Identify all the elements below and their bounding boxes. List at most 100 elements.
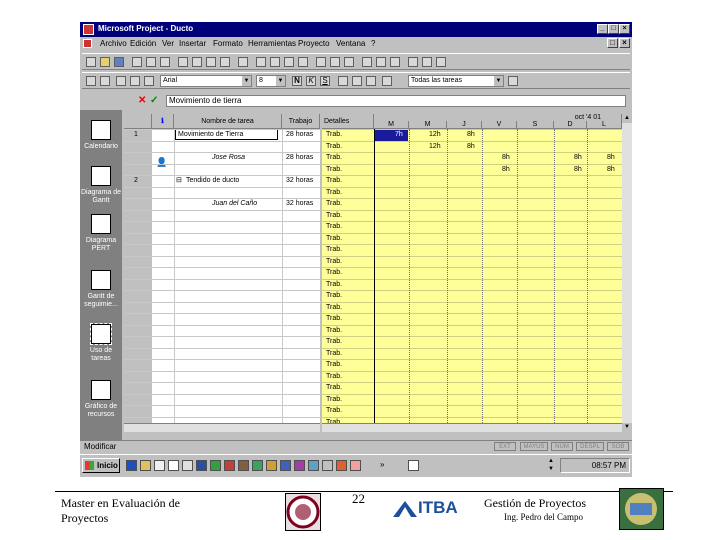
media-icon[interactable] (294, 460, 305, 471)
filter-icon[interactable] (382, 76, 392, 86)
table-horizontal-scrollbar[interactable] (124, 423, 320, 432)
hyperlink-icon[interactable] (256, 57, 266, 67)
outdent-icon[interactable] (86, 76, 96, 86)
menu-ver[interactable]: Ver (162, 39, 174, 48)
align-left-icon[interactable] (338, 76, 348, 86)
notes-icon[interactable] (330, 57, 340, 67)
active-window-icon[interactable] (408, 460, 419, 471)
table-corner[interactable] (124, 114, 152, 129)
indent-icon[interactable] (100, 76, 110, 86)
desktop-icon[interactable] (154, 460, 165, 471)
doc-close-button[interactable]: × (619, 38, 630, 48)
bold-icon[interactable]: N (292, 76, 302, 86)
task-name[interactable]: Tendido de ducto (186, 175, 239, 187)
powerpoint-icon[interactable] (224, 460, 235, 471)
entry-field[interactable]: Movimiento de tierra (166, 95, 626, 107)
project-icon[interactable] (252, 460, 263, 471)
tray-spinner-icon[interactable]: ▲ ▼ (548, 457, 555, 474)
column-header-name[interactable]: Nombre de tarea (174, 114, 282, 129)
menu-archivo[interactable]: Archivo (100, 39, 127, 48)
task-name[interactable]: Jose Rosa (212, 152, 245, 164)
task-name[interactable]: Movimiento de Tierra (175, 129, 278, 140)
outlook-icon[interactable] (266, 460, 277, 471)
print-preview-icon[interactable] (146, 57, 156, 67)
view-tracking-gantt[interactable]: Gantt de seguimie... (80, 270, 122, 309)
menu-proyecto[interactable]: Proyecto (298, 39, 330, 48)
network-icon[interactable] (280, 460, 291, 471)
show-icon[interactable] (144, 76, 154, 86)
underline-icon[interactable]: S (320, 76, 330, 86)
excel-icon[interactable] (210, 460, 221, 471)
work-value[interactable]: 12h (429, 141, 441, 153)
unlink-tasks-icon[interactable] (284, 57, 294, 67)
selected-cell[interactable] (375, 130, 408, 141)
font-combo[interactable]: Arial ▼ (160, 75, 252, 87)
chevron-down-icon[interactable]: ▼ (242, 76, 251, 86)
filter-combo[interactable]: Todas las tareas ▼ (408, 75, 504, 87)
menu-insertar[interactable]: Insertar (179, 39, 206, 48)
open-icon[interactable] (100, 57, 110, 67)
app-icon[interactable] (83, 24, 94, 35)
column-header-work[interactable]: Trabajo (282, 114, 320, 129)
format-painter-icon[interactable] (220, 57, 230, 67)
zoom-in-icon[interactable] (362, 57, 372, 67)
chevron-down-icon[interactable]: ▼ (276, 76, 285, 86)
more-icon[interactable]: » (380, 460, 391, 471)
menu-herramientas[interactable]: Herramientas (248, 39, 296, 48)
work-value[interactable]: 8h (467, 129, 475, 141)
vertical-scrollbar[interactable]: ▲ ▼ (622, 114, 632, 432)
menu-help[interactable]: ? (371, 39, 375, 48)
scroll-down-icon[interactable]: ▼ (622, 423, 632, 432)
view-calendar[interactable]: Calendario (80, 120, 122, 151)
align-center-icon[interactable] (352, 76, 362, 86)
paste-icon[interactable] (206, 57, 216, 67)
copy-icon[interactable] (192, 57, 202, 67)
access-icon[interactable] (238, 460, 249, 471)
chevron-down-icon[interactable]: ▼ (494, 76, 503, 86)
doc-restore-button[interactable]: □ (607, 38, 618, 48)
minimize-button[interactable]: _ (597, 24, 608, 34)
office-assistant-icon[interactable] (436, 57, 446, 67)
copy-picture-icon[interactable] (408, 57, 418, 67)
new-icon[interactable] (86, 57, 96, 67)
work-value[interactable]: 8h (502, 164, 510, 176)
collapse-icon[interactable]: ⊟ (176, 175, 182, 187)
assign-resources-icon[interactable] (344, 57, 354, 67)
size-combo[interactable]: 8 ▼ (256, 75, 286, 87)
work-value[interactable]: 12h (429, 129, 441, 141)
hide-subtasks-icon[interactable] (130, 76, 140, 86)
tools-icon[interactable] (322, 460, 333, 471)
grid-horizontal-scrollbar[interactable] (322, 423, 622, 432)
menu-ventana[interactable]: Ventana (336, 39, 365, 48)
show-subtasks-icon[interactable] (116, 76, 126, 86)
calculator-icon[interactable] (182, 460, 193, 471)
cancel-entry-icon[interactable]: ✕ (138, 96, 148, 106)
word-icon[interactable] (196, 460, 207, 471)
maximize-button[interactable]: □ (608, 24, 619, 34)
view-pert[interactable]: Diagrama PERT (80, 214, 122, 253)
doc-icon[interactable] (83, 39, 92, 48)
menu-edicion[interactable]: Edición (130, 39, 156, 48)
italic-icon[interactable]: K (306, 76, 316, 86)
image-icon[interactable] (350, 460, 361, 471)
split-task-icon[interactable] (298, 57, 308, 67)
work-value[interactable]: 8h (467, 141, 475, 153)
zoom-out-icon[interactable] (376, 57, 386, 67)
link-tasks-icon[interactable] (270, 57, 280, 67)
ie-icon[interactable] (126, 460, 137, 471)
work-value[interactable]: 8h (607, 152, 615, 164)
work-value[interactable]: 8h (574, 152, 582, 164)
work-value[interactable]: 8h (607, 164, 615, 176)
view-task-usage[interactable]: Uso de tareas (80, 323, 122, 363)
goto-task-icon[interactable] (390, 57, 400, 67)
task-info-icon[interactable] (316, 57, 326, 67)
close-button[interactable]: × (619, 24, 630, 34)
view-gantt[interactable]: Diagrama de Gantt (80, 166, 122, 205)
explorer-icon[interactable] (308, 460, 319, 471)
document-icon[interactable] (168, 460, 179, 471)
folder-icon[interactable] (140, 460, 151, 471)
paint-icon[interactable] (336, 460, 347, 471)
view-resource-graph[interactable]: Gráfico de recursos (80, 380, 122, 419)
menu-formato[interactable]: Formato (213, 39, 243, 48)
gantt-wizard-icon[interactable] (422, 57, 432, 67)
